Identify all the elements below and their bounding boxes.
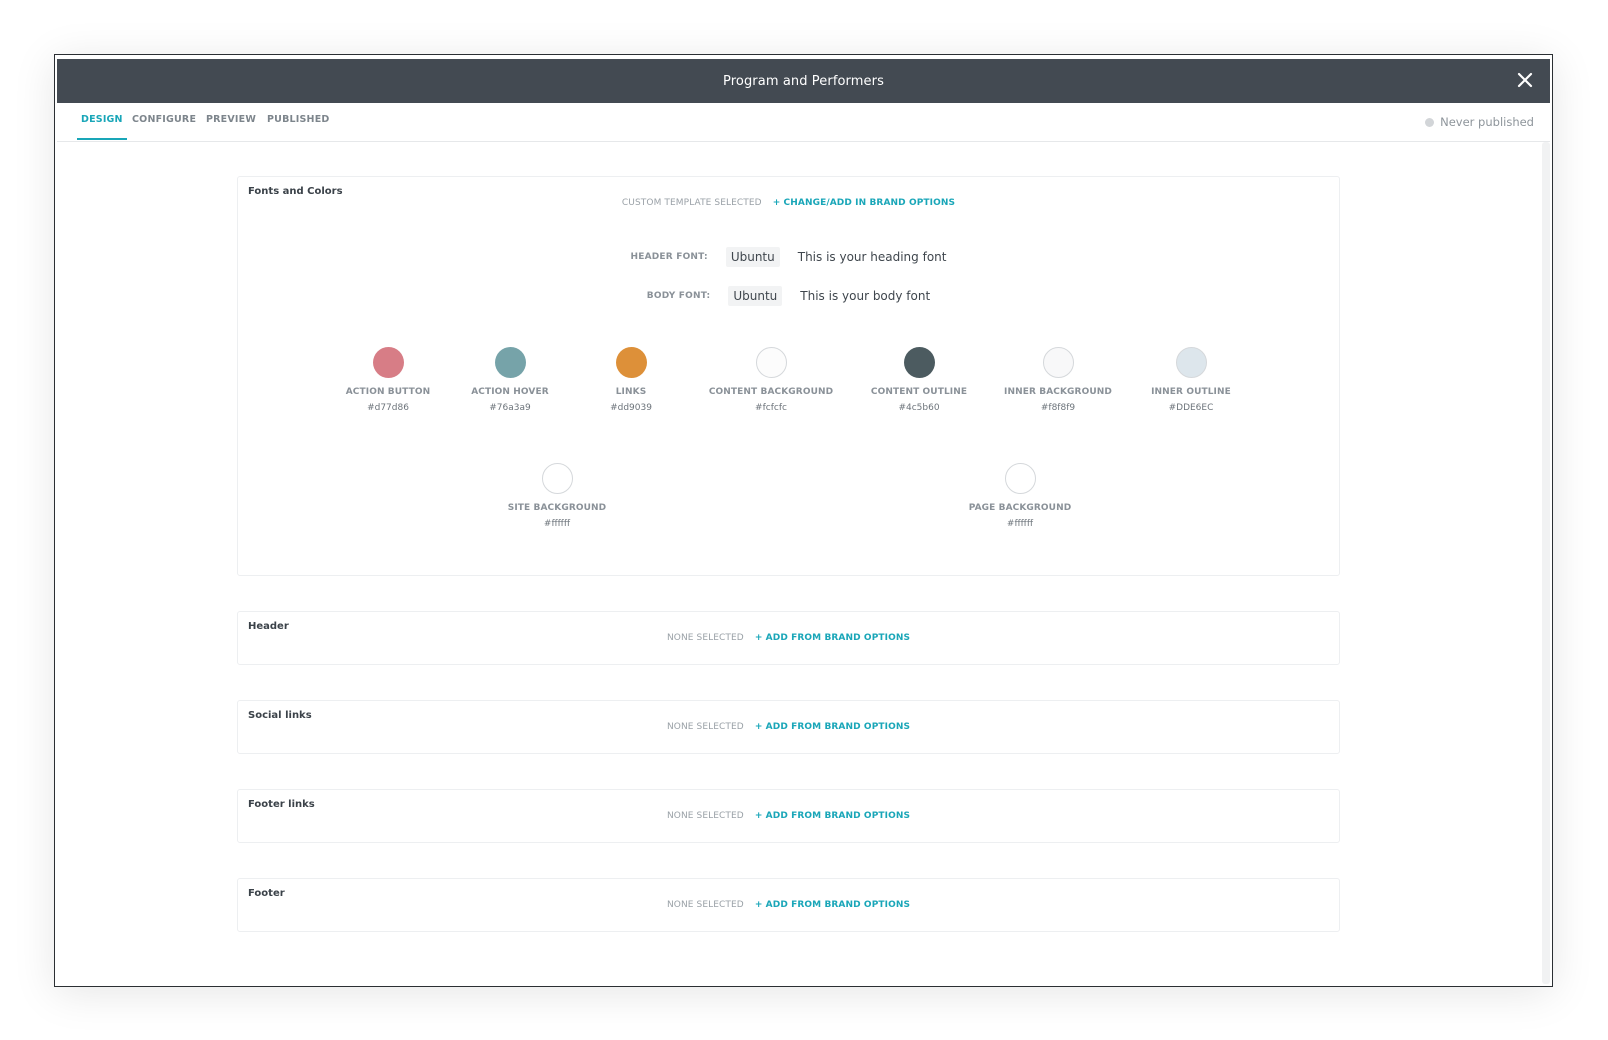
color-name: INNER OUTLINE [1151, 387, 1231, 397]
color-name: CONTENT BACKGROUND [708, 387, 834, 397]
add-brand-options-link[interactable]: + ADD FROM BRAND OPTIONS [755, 633, 910, 643]
color-content-outline: CONTENT OUTLINE #4c5b60 [849, 347, 989, 413]
modal-title: Program and Performers [723, 73, 884, 89]
section-title: Social links [248, 710, 312, 721]
color-swatch[interactable] [903, 347, 935, 378]
section-title: Header [248, 621, 289, 632]
add-brand-options-link[interactable]: + ADD FROM BRAND OPTIONS [755, 722, 910, 732]
section-status: NONE SELECTED [666, 811, 744, 821]
modal-window: Program and Performers DESIGN CONFIGURE … [54, 54, 1553, 987]
template-status: CUSTOM TEMPLATE SELECTED [621, 198, 762, 208]
footer-section: Footer NONE SELECTED + ADD FROM BRAND OP… [237, 878, 1340, 932]
publish-status: Never published [1425, 115, 1534, 129]
color-hex: #f8f8f9 [1040, 403, 1076, 413]
color-swatch[interactable] [755, 347, 787, 378]
change-brand-options-link[interactable]: + CHANGE/ADD IN BRAND OPTIONS [773, 198, 955, 208]
color-swatch[interactable] [615, 347, 647, 378]
color-swatch[interactable] [372, 347, 404, 378]
color-hex: #dd9039 [610, 403, 652, 413]
section-selection: NONE SELECTED + ADD FROM BRAND OPTIONS [238, 633, 1339, 643]
header-font-label: HEADER FONT: [630, 252, 708, 262]
header-font-row: HEADER FONT: Ubuntu This is your heading… [238, 247, 1339, 267]
color-site-background: SITE BACKGROUND #ffffff [487, 463, 627, 529]
color-page-background: PAGE BACKGROUND #ffffff [950, 463, 1090, 529]
publish-status-text: Never published [1440, 115, 1534, 129]
color-action-button: ACTION BUTTON #d77d86 [318, 347, 458, 413]
tab-published[interactable]: PUBLISHED [267, 103, 329, 140]
body-font-preview: This is your body font [800, 289, 931, 303]
status-dot-icon [1425, 117, 1435, 127]
color-name: SITE BACKGROUND [507, 503, 607, 513]
color-inner-outline: INNER OUTLINE #DDE6EC [1121, 347, 1261, 413]
color-name: LINKS [615, 387, 647, 397]
color-name: ACTION BUTTON [345, 387, 431, 397]
color-content-background: CONTENT BACKGROUND #fcfcfc [701, 347, 841, 413]
template-selection: CUSTOM TEMPLATE SELECTED + CHANGE/ADD IN… [238, 198, 1339, 208]
header-font-select[interactable]: Ubuntu [725, 247, 780, 267]
section-title: Footer [248, 888, 285, 899]
color-hex: #d77d86 [367, 403, 409, 413]
color-links: LINKS #dd9039 [561, 347, 701, 413]
tab-configure[interactable]: CONFIGURE [132, 103, 196, 140]
header-font-preview: This is your heading font [797, 250, 947, 264]
color-hex: #fcfcfc [755, 403, 787, 413]
color-hex: #DDE6EC [1168, 403, 1214, 413]
tab-preview[interactable]: PREVIEW [206, 103, 256, 140]
section-status: NONE SELECTED [666, 633, 744, 643]
social-links-section: Social links NONE SELECTED + ADD FROM BR… [237, 700, 1340, 754]
modal-titlebar: Program and Performers [57, 59, 1550, 103]
color-swatch[interactable] [1175, 347, 1207, 378]
color-swatch[interactable] [1004, 463, 1036, 494]
tab-design[interactable]: DESIGN [77, 103, 127, 140]
color-name: CONTENT OUTLINE [870, 387, 968, 397]
color-swatch[interactable] [494, 347, 526, 378]
color-hex: #ffffff [543, 519, 571, 529]
tab-bar: DESIGN CONFIGURE PREVIEW PUBLISHED Never… [57, 103, 1550, 142]
color-swatch[interactable] [1042, 347, 1074, 378]
section-selection: NONE SELECTED + ADD FROM BRAND OPTIONS [238, 722, 1339, 732]
footer-links-section: Footer links NONE SELECTED + ADD FROM BR… [237, 789, 1340, 843]
section-title: Footer links [248, 799, 315, 810]
section-selection: NONE SELECTED + ADD FROM BRAND OPTIONS [238, 900, 1339, 910]
scrollbar[interactable] [1542, 142, 1550, 984]
color-name: PAGE BACKGROUND [968, 503, 1072, 513]
color-inner-background: INNER BACKGROUND #f8f8f9 [988, 347, 1128, 413]
color-hex: #4c5b60 [898, 403, 940, 413]
section-status: NONE SELECTED [666, 900, 744, 910]
close-icon[interactable] [1514, 69, 1536, 91]
color-hex: #76a3a9 [489, 403, 531, 413]
panel-title: Fonts and Colors [248, 186, 343, 197]
section-status: NONE SELECTED [666, 722, 744, 732]
section-selection: NONE SELECTED + ADD FROM BRAND OPTIONS [238, 811, 1339, 821]
body-font-select[interactable]: Ubuntu [728, 286, 783, 306]
fonts-colors-panel: Fonts and Colors CUSTOM TEMPLATE SELECTE… [237, 176, 1340, 576]
color-hex: #ffffff [1006, 519, 1034, 529]
add-brand-options-link[interactable]: + ADD FROM BRAND OPTIONS [755, 811, 910, 821]
color-name: ACTION HOVER [471, 387, 549, 397]
add-brand-options-link[interactable]: + ADD FROM BRAND OPTIONS [755, 900, 910, 910]
color-swatch[interactable] [541, 463, 573, 494]
body-font-row: BODY FONT: Ubuntu This is your body font [238, 286, 1339, 306]
header-section: Header NONE SELECTED + ADD FROM BRAND OP… [237, 611, 1340, 665]
body-font-label: BODY FONT: [646, 291, 711, 301]
color-action-hover: ACTION HOVER #76a3a9 [440, 347, 580, 413]
color-name: INNER BACKGROUND [1004, 387, 1112, 397]
